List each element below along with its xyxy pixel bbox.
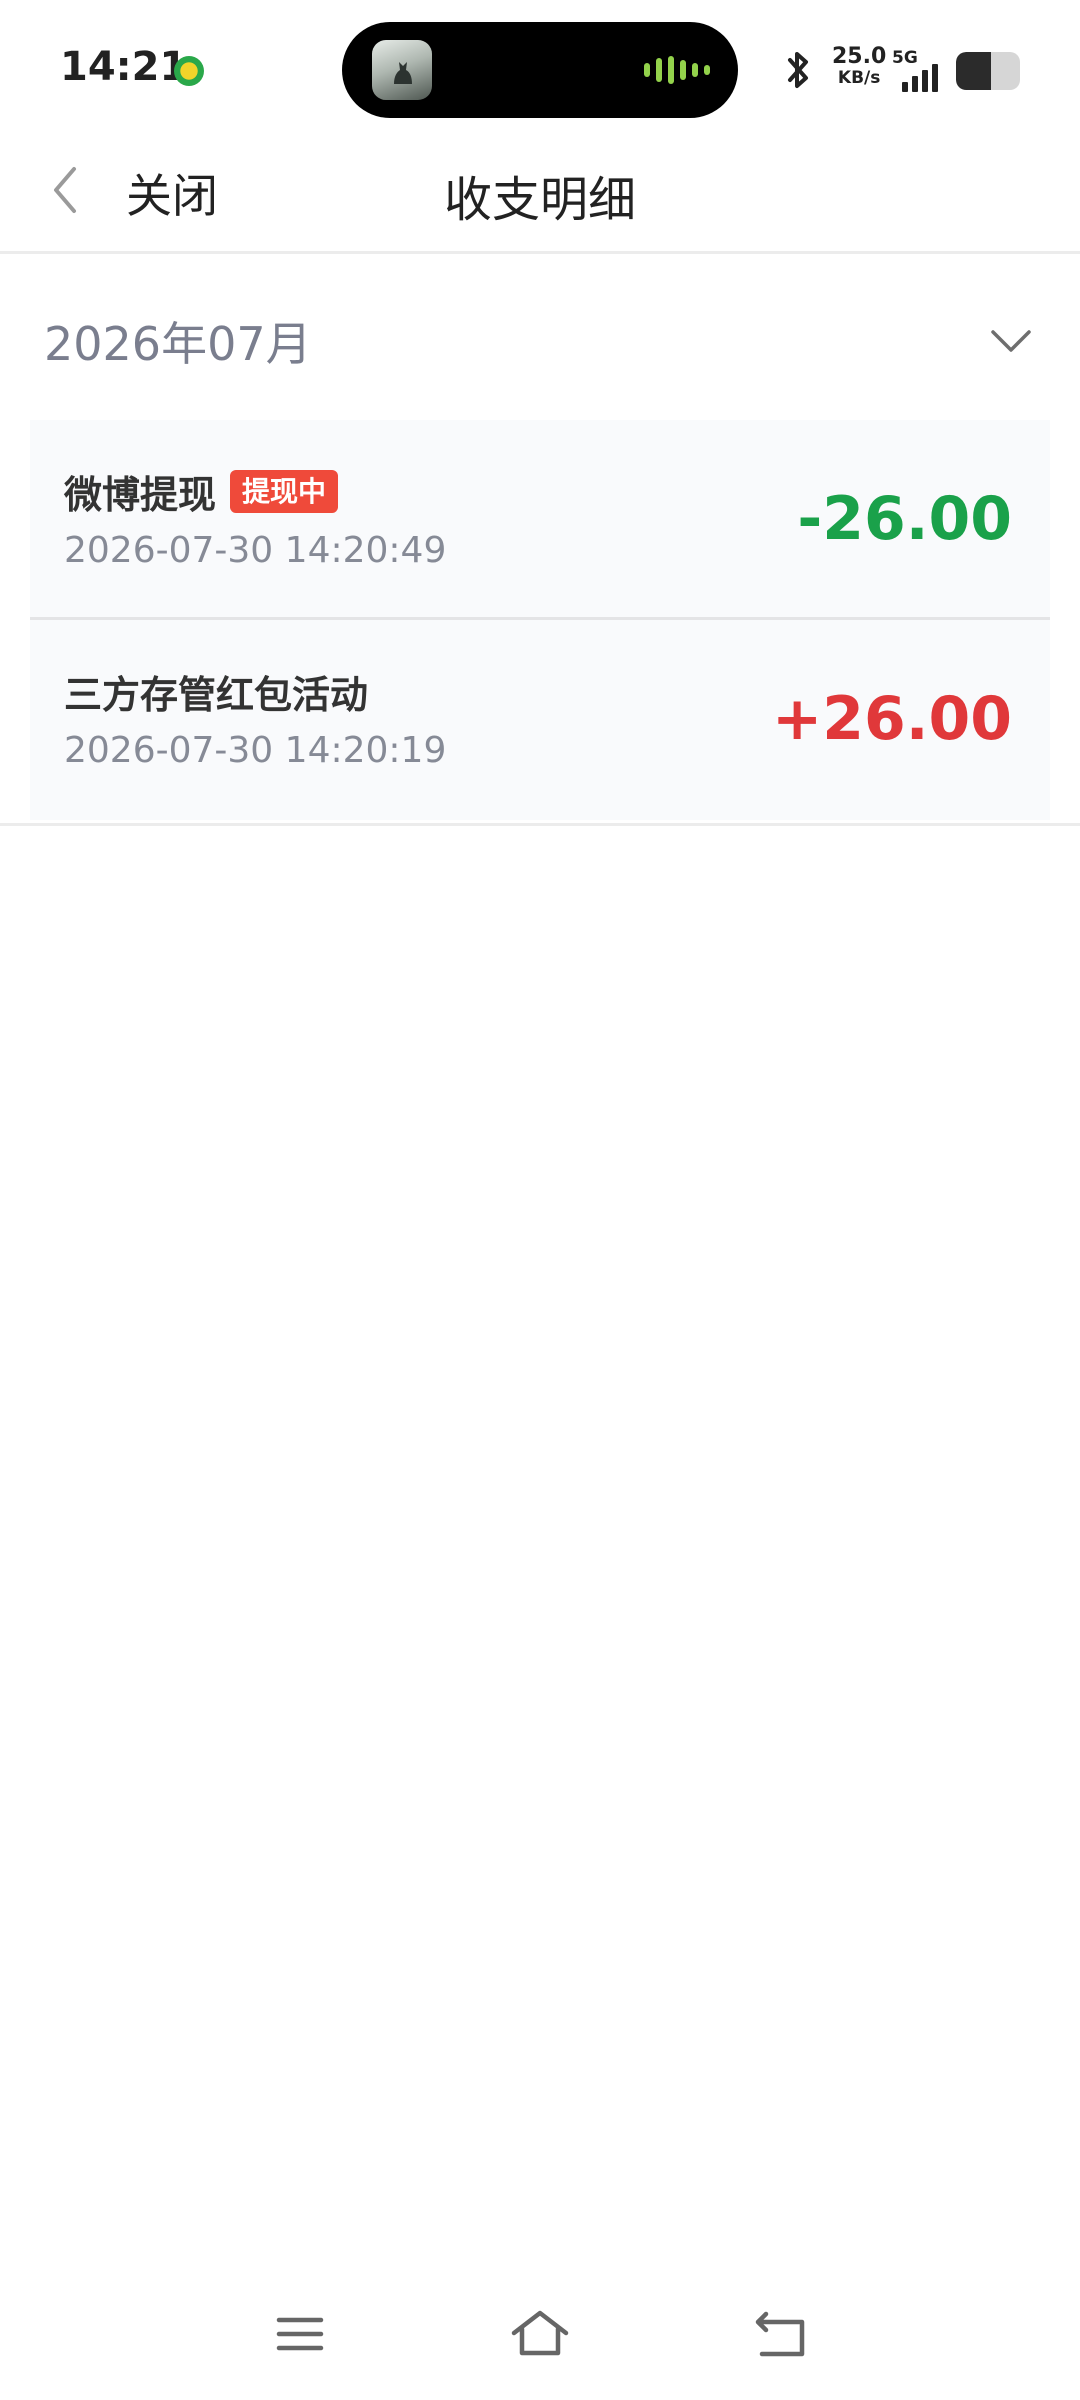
month-selector[interactable]: 2026年07月 xyxy=(0,290,1080,386)
signal-icon: 5G xyxy=(892,48,952,92)
transaction-time: 2026-07-30 14:20:19 xyxy=(64,730,447,771)
media-thumbnail xyxy=(372,40,432,100)
page-title: 收支明细 xyxy=(0,160,1080,230)
page-title-text: 收支明细 xyxy=(443,172,636,228)
menu-icon[interactable] xyxy=(265,2304,335,2364)
transaction-row[interactable]: 微博提现 提现中 2026-07-30 14:20:49 -26.00 xyxy=(30,420,1050,620)
status-badge: 提现中 xyxy=(230,470,339,513)
transaction-list: 微博提现 提现中 2026-07-30 14:20:49 -26.00 三方存管… xyxy=(30,420,1050,820)
transaction-title-line: 三方存管红包活动 xyxy=(64,664,368,719)
transaction-amount: +26.00 xyxy=(771,684,1012,754)
back-icon[interactable] xyxy=(745,2304,815,2364)
transaction-title: 微博提现 xyxy=(64,473,217,517)
transaction-title-line: 微博提现 提现中 xyxy=(64,464,339,519)
dynamic-island[interactable] xyxy=(342,22,738,118)
transaction-amount: -26.00 xyxy=(797,484,1012,554)
status-time: 14:21 xyxy=(60,44,188,90)
status-bar: 14:21 25.0 KB/s 5G xyxy=(0,0,1080,130)
bluetooth-icon xyxy=(780,48,816,96)
transaction-row[interactable]: 三方存管红包活动 2026-07-30 14:20:19 +26.00 xyxy=(30,620,1050,820)
divider xyxy=(0,823,1080,826)
home-icon[interactable] xyxy=(505,2304,575,2364)
transaction-time: 2026-07-30 14:20:49 xyxy=(64,530,447,571)
transaction-title: 三方存管红包活动 xyxy=(64,673,369,717)
header: 关闭 收支明细 xyxy=(0,130,1080,254)
screen: 14:21 25.0 KB/s 5G 关闭 收支明细 2026年07月 微博提现… xyxy=(0,0,1080,2400)
battery-fill xyxy=(956,52,992,90)
network-speed-value: 25.0 xyxy=(832,44,887,69)
network-speed: 25.0 KB/s xyxy=(832,46,886,87)
system-nav-bar xyxy=(0,2290,1080,2380)
signal-bars xyxy=(902,64,938,92)
chevron-down-icon[interactable] xyxy=(986,316,1036,366)
audio-wave-icon xyxy=(644,56,710,84)
network-speed-unit: KB/s xyxy=(837,68,881,88)
battery-icon xyxy=(956,52,1020,90)
app-notification-icon xyxy=(174,56,204,86)
month-label: 2026年07月 xyxy=(44,317,312,371)
